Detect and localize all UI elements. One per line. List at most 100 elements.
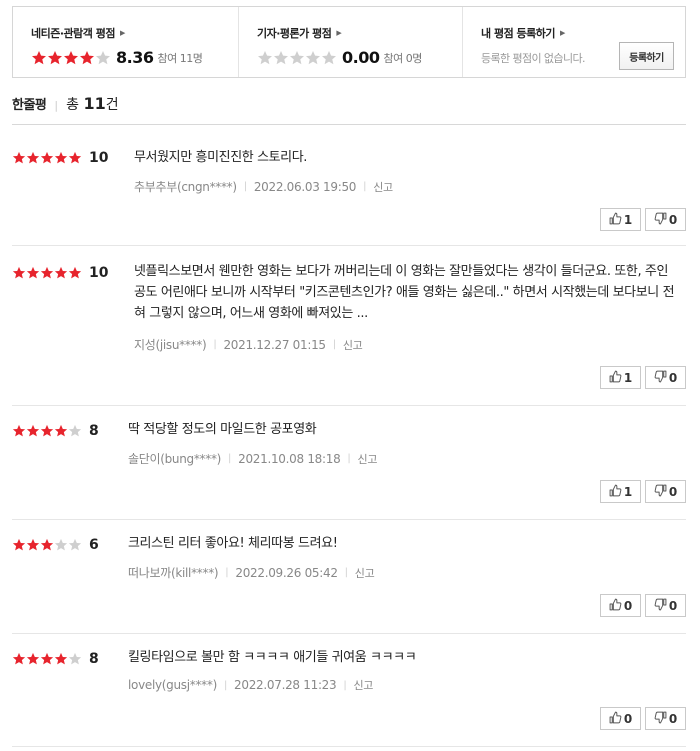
review-author[interactable]: 떠나보까(kill****) xyxy=(128,564,219,581)
review-text: 무서웠지만 흥미진진한 스토리다. xyxy=(134,150,308,165)
my-rating-title[interactable]: 내 평점 등록하기 ▶ xyxy=(481,25,685,41)
divider xyxy=(12,124,686,125)
review-votes: 1 0 xyxy=(600,366,686,389)
report-link[interactable]: 신고 xyxy=(343,337,363,353)
separator: | xyxy=(228,453,232,464)
review-score: 8 xyxy=(12,423,99,439)
review-votes: 1 0 xyxy=(600,480,686,503)
separator: | xyxy=(225,567,229,578)
thumbs-down-icon xyxy=(654,212,669,228)
dislike-button[interactable]: 0 xyxy=(645,208,686,231)
thumbs-down-icon xyxy=(654,370,669,386)
review-total-suffix: 건 xyxy=(105,97,119,113)
review-score-number: 8 xyxy=(89,651,99,667)
separator: | xyxy=(344,567,348,578)
critic-rating-title[interactable]: 기자·평론가 평점 ▶ xyxy=(257,25,462,41)
review-author[interactable]: 솔단이(bung****) xyxy=(128,450,221,467)
star-rating xyxy=(12,266,82,280)
star-icon xyxy=(32,50,46,64)
divider xyxy=(12,245,686,246)
star-icon xyxy=(322,50,336,64)
dislike-count: 0 xyxy=(668,212,678,227)
star-rating xyxy=(12,538,82,552)
star-icon xyxy=(54,266,68,279)
report-link[interactable]: 신고 xyxy=(353,677,373,693)
thumbs-up-icon xyxy=(609,212,624,228)
like-count: 0 xyxy=(623,598,633,613)
separator: | xyxy=(213,339,217,350)
star-icon xyxy=(12,151,26,164)
review-score-number: 8 xyxy=(89,423,99,439)
review-meta: lovely(gusj****) | 2022.07.28 11:23 | 신고 xyxy=(128,677,373,693)
review-total-prefix: 총 xyxy=(66,97,79,113)
report-link[interactable]: 신고 xyxy=(373,179,393,195)
like-count: 0 xyxy=(623,711,633,726)
star-icon xyxy=(26,151,40,164)
separator: | xyxy=(332,339,336,350)
review-list-title: 한줄평 xyxy=(12,98,47,113)
report-link[interactable]: 신고 xyxy=(358,451,378,467)
review-text[interactable]: 넷플릭스보면서 웬만한 영화는 보다가 꺼버리는데 이 영화는 잘만들었다는 생… xyxy=(134,261,679,324)
dislike-count: 0 xyxy=(668,711,678,726)
review-author[interactable]: lovely(gusj****) xyxy=(128,678,217,692)
review-date: 2022.06.03 19:50 xyxy=(253,179,357,194)
star-icon xyxy=(80,50,94,64)
divider xyxy=(12,519,686,520)
dislike-button[interactable]: 0 xyxy=(645,480,686,503)
star-icon xyxy=(12,652,26,665)
star-icon xyxy=(68,538,82,551)
review-score: 8 xyxy=(12,651,99,667)
divider xyxy=(12,746,686,747)
dislike-count: 0 xyxy=(668,484,678,499)
dislike-button[interactable]: 0 xyxy=(645,707,686,730)
critic-rating-link[interactable]: 기자·평론가 평점 xyxy=(257,25,332,41)
separator: | xyxy=(243,181,247,192)
star-icon xyxy=(258,50,272,64)
review-score-number: 10 xyxy=(89,150,109,166)
register-rating-button[interactable]: 등록하기 xyxy=(619,42,674,70)
star-icon xyxy=(12,424,26,437)
dislike-count: 0 xyxy=(668,370,678,385)
like-button[interactable]: 0 xyxy=(600,594,641,617)
thumbs-up-icon xyxy=(609,484,624,500)
like-button[interactable]: 0 xyxy=(600,707,641,730)
review-meta: 솔단이(bung****) | 2021.10.08 18:18 | 신고 xyxy=(128,450,377,467)
netizen-rating: 네티즌·관람객 평점 ▶ 8.36 참여 11명 xyxy=(13,7,238,77)
dislike-button[interactable]: 0 xyxy=(645,366,686,389)
review-author[interactable]: 지성(jisu****) xyxy=(134,336,207,353)
separator: | xyxy=(347,453,351,464)
review-text: 크리스틴 리터 좋아요! 체리따봉 드려요! xyxy=(128,536,338,551)
star-icon xyxy=(64,50,78,64)
report-link[interactable]: 신고 xyxy=(355,565,375,581)
netizen-rating-link[interactable]: 네티즌·관람객 평점 xyxy=(31,25,115,41)
review-author[interactable]: 추부추부(cngn****) xyxy=(134,178,237,195)
my-rating-link[interactable]: 내 평점 등록하기 xyxy=(481,25,556,41)
star-icon xyxy=(306,50,320,64)
star-rating xyxy=(12,424,82,438)
netizen-score: 8.36 xyxy=(116,48,154,67)
star-icon xyxy=(290,50,304,64)
star-icon xyxy=(68,652,82,665)
netizen-rating-title[interactable]: 네티즌·관람객 평점 ▶ xyxy=(31,25,238,41)
review-text: 킬링타임으로 볼만 함 ㅋㅋㅋㅋ 애기들 귀여움 ㅋㅋㅋㅋ xyxy=(128,650,417,665)
review-date: 2022.09.26 05:42 xyxy=(235,565,338,580)
like-count: 1 xyxy=(623,484,633,499)
separator: | xyxy=(223,679,228,691)
thumbs-down-icon xyxy=(654,484,669,500)
like-button[interactable]: 1 xyxy=(600,480,641,503)
star-rating xyxy=(31,50,111,66)
star-icon xyxy=(40,652,54,665)
critic-rating: 기자·평론가 평점 ▶ 0.00 참여 0명 xyxy=(238,7,462,77)
review-meta: 지성(jisu****) | 2021.12.27 01:15 | 신고 xyxy=(134,336,363,353)
star-icon xyxy=(40,151,54,164)
divider xyxy=(12,633,686,634)
dislike-button[interactable]: 0 xyxy=(645,594,686,617)
like-button[interactable]: 1 xyxy=(600,366,641,389)
thumbs-down-icon xyxy=(654,598,669,614)
review-list-header: 한줄평 | 총 11건 xyxy=(12,94,119,114)
critic-score: 0.00 xyxy=(342,48,380,67)
like-button[interactable]: 1 xyxy=(600,208,641,231)
review-score: 10 xyxy=(12,150,108,166)
thumbs-up-icon xyxy=(609,370,624,386)
star-icon xyxy=(68,266,82,279)
